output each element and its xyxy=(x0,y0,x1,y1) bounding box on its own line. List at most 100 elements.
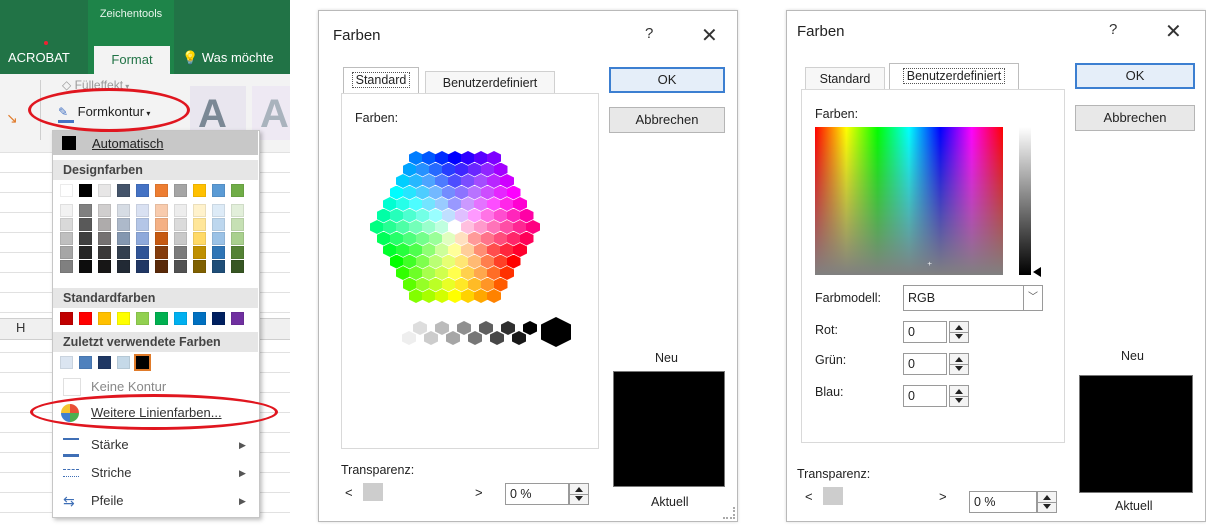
theme-shade-swatch[interactable] xyxy=(79,204,92,217)
hexagon-color-cell[interactable] xyxy=(402,254,417,269)
transparency-field[interactable]: 0 % xyxy=(969,491,1037,513)
hexagon-color-cell[interactable] xyxy=(396,266,410,280)
color-spectrum[interactable] xyxy=(815,127,1003,275)
hexagon-color-cell[interactable] xyxy=(454,185,469,200)
hexagon-color-cell[interactable] xyxy=(448,174,462,188)
help-button[interactable]: ? xyxy=(645,25,653,42)
theme-shade-swatch[interactable] xyxy=(212,218,225,231)
resize-grip-icon[interactable] xyxy=(723,507,735,519)
hexagon-color-cell[interactable] xyxy=(383,243,397,257)
hexagon-color-cell[interactable] xyxy=(493,208,508,223)
hexagon-color-cell[interactable] xyxy=(389,231,404,246)
close-icon[interactable]: ✕ xyxy=(701,23,718,48)
ok-button[interactable]: OK xyxy=(1075,63,1195,89)
standard-color-swatch[interactable] xyxy=(117,312,130,325)
hexagon-color-cell[interactable] xyxy=(409,151,423,165)
theme-color-swatch[interactable] xyxy=(231,184,244,197)
tab-acrobat[interactable]: ACROBAT xyxy=(8,50,70,65)
theme-color-swatch[interactable] xyxy=(136,184,149,197)
theme-shade-swatch[interactable] xyxy=(98,246,111,259)
theme-shade-swatch[interactable] xyxy=(60,218,73,231)
hexagon-color-cell[interactable] xyxy=(428,277,443,292)
grayscale-cell[interactable] xyxy=(512,331,526,345)
grayscale-cell[interactable] xyxy=(435,321,449,335)
grayscale-cell[interactable] xyxy=(391,321,405,335)
hexagon-color-cell[interactable] xyxy=(415,185,430,200)
hexagon-color-cell[interactable] xyxy=(435,243,449,257)
tab-custom[interactable]: Benutzerdefiniert xyxy=(425,71,555,93)
hexagon-color-cell[interactable] xyxy=(480,231,495,246)
hexagon-color-cell[interactable] xyxy=(461,289,475,303)
hexagon-color-cell[interactable] xyxy=(435,220,449,234)
hexagon-color-cell[interactable] xyxy=(474,151,488,165)
hexagon-color-cell[interactable] xyxy=(487,174,501,188)
grayscale-cell[interactable] xyxy=(446,331,460,345)
hexagon-color-cell[interactable] xyxy=(474,266,488,280)
hexagon-color-cell[interactable] xyxy=(480,185,495,200)
theme-shade-swatch[interactable] xyxy=(60,260,73,273)
hexagon-color-cell[interactable] xyxy=(402,208,417,223)
hexagon-color-cell[interactable] xyxy=(500,243,514,257)
grayscale-cell[interactable] xyxy=(479,321,493,335)
hexagon-color-cell[interactable] xyxy=(480,208,495,223)
hexagon-color-cell[interactable] xyxy=(519,208,534,223)
hexagon-color-cell[interactable] xyxy=(422,220,436,234)
hexagon-color-cell[interactable] xyxy=(448,220,462,234)
grayscale-cell[interactable] xyxy=(468,331,482,345)
grayscale-cell[interactable] xyxy=(490,331,504,345)
hexagon-color-cell[interactable] xyxy=(435,151,449,165)
theme-color-swatch[interactable] xyxy=(98,184,111,197)
hexagon-color-cell[interactable] xyxy=(415,277,430,292)
theme-shade-swatch[interactable] xyxy=(231,260,244,273)
theme-shade-swatch[interactable] xyxy=(117,260,130,273)
hexagon-color-cell[interactable] xyxy=(487,151,501,165)
hexagon-color-cell[interactable] xyxy=(493,254,508,269)
theme-shade-swatch[interactable] xyxy=(231,232,244,245)
hexagon-color-cell[interactable] xyxy=(454,277,469,292)
hexagon-color-cell[interactable] xyxy=(441,162,456,177)
standard-color-swatch[interactable] xyxy=(79,312,92,325)
hexagon-color-cell[interactable] xyxy=(480,162,495,177)
slider-right-arrow-icon[interactable]: > xyxy=(475,485,483,500)
selected-black-cell[interactable] xyxy=(541,317,571,347)
column-header-h[interactable]: H xyxy=(16,320,25,335)
hexagon-color-cell[interactable] xyxy=(474,220,488,234)
theme-shade-swatch[interactable] xyxy=(174,232,187,245)
hexagon-color-cell[interactable] xyxy=(389,185,404,200)
hexagon-color-cell[interactable] xyxy=(480,254,495,269)
help-button[interactable]: ? xyxy=(1109,21,1117,38)
green-spinner[interactable] xyxy=(949,353,969,375)
hexagon-color-cell[interactable] xyxy=(448,197,462,211)
hexagon-color-cell[interactable] xyxy=(506,208,521,223)
hexagon-color-cell[interactable] xyxy=(396,174,410,188)
hexagon-color-cell[interactable] xyxy=(435,289,449,303)
standard-color-swatch[interactable] xyxy=(212,312,225,325)
hexagon-color-cell[interactable] xyxy=(383,220,397,234)
grayscale-cell[interactable] xyxy=(424,331,438,345)
hexagon-color-cell[interactable] xyxy=(467,208,482,223)
hexagon-color-cell[interactable] xyxy=(461,243,475,257)
hexagon-color-cell[interactable] xyxy=(402,185,417,200)
hexagon-color-cell[interactable] xyxy=(461,220,475,234)
tab-standard[interactable]: Standard xyxy=(805,67,885,89)
theme-shade-swatch[interactable] xyxy=(231,246,244,259)
theme-shade-swatch[interactable] xyxy=(231,204,244,217)
hexagon-color-cell[interactable] xyxy=(396,220,410,234)
grayscale-row[interactable] xyxy=(391,317,601,347)
grayscale-cell[interactable] xyxy=(402,331,416,345)
theme-color-swatch[interactable] xyxy=(60,184,73,197)
theme-shade-swatch[interactable] xyxy=(117,218,130,231)
hexagon-color-cell[interactable] xyxy=(415,162,430,177)
theme-shade-swatch[interactable] xyxy=(98,232,111,245)
theme-shade-swatch[interactable] xyxy=(60,232,73,245)
hexagon-color-cell[interactable] xyxy=(402,231,417,246)
hexagon-color-cell[interactable] xyxy=(415,208,430,223)
hexagon-color-cell[interactable] xyxy=(454,254,469,269)
theme-color-swatch[interactable] xyxy=(155,184,168,197)
hexagon-color-cell[interactable] xyxy=(506,231,521,246)
hexagon-color-cell[interactable] xyxy=(376,208,391,223)
hexagon-color-cell[interactable] xyxy=(467,277,482,292)
hexagon-color-cell[interactable] xyxy=(506,185,521,200)
theme-shade-swatch[interactable] xyxy=(60,246,73,259)
standard-color-swatch[interactable] xyxy=(231,312,244,325)
